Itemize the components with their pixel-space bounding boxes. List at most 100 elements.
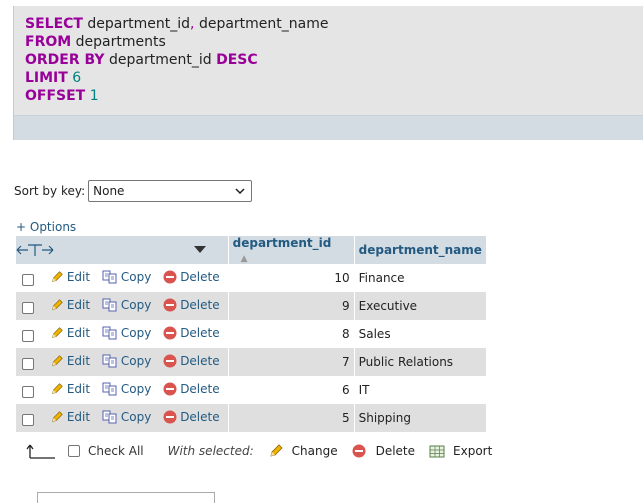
row-delete-button[interactable]: Delete: [163, 382, 220, 396]
sql-column: department_name: [198, 16, 329, 32]
row-delete-button[interactable]: Delete: [163, 298, 220, 312]
row-delete-label: Delete: [180, 269, 220, 284]
column-header-label: department_id: [232, 236, 332, 250]
sql-keyword-order-by[interactable]: ORDER BY: [25, 52, 105, 68]
row-edit-label: Edit: [66, 297, 91, 312]
sql-column: department_id: [109, 52, 212, 68]
sort-ascending-icon: ▲: [240, 254, 248, 264]
row-copy-button[interactable]: Copy: [102, 270, 151, 284]
sql-table: departments: [75, 34, 166, 50]
row-select-checkbox[interactable]: [22, 274, 34, 286]
row-copy-button[interactable]: Copy: [102, 326, 151, 340]
column-header-department-name[interactable]: department_name: [354, 236, 487, 264]
pencil-icon: [270, 444, 283, 457]
bulk-delete-label: Delete: [375, 444, 416, 458]
table-row: Edit Copy Delete 8 Sales: [16, 320, 487, 348]
cell-department-name[interactable]: Finance: [354, 264, 487, 292]
cell-department-name[interactable]: Executive: [354, 292, 487, 320]
sort-by-key-bar: Sort by key: None: [14, 180, 253, 202]
row-copy-label: Copy: [120, 269, 152, 284]
sql-keyword-limit[interactable]: LIMIT: [25, 70, 68, 86]
sql-box-footer: [14, 115, 643, 140]
check-all-control[interactable]: Check All: [68, 444, 144, 458]
row-copy-label: Copy: [120, 381, 152, 396]
copy-icon: [102, 270, 117, 283]
row-edit-button[interactable]: Edit: [50, 382, 90, 396]
row-delete-label: Delete: [180, 353, 220, 368]
column-options-dropdown-icon[interactable]: [194, 246, 206, 254]
delete-icon: [163, 382, 177, 395]
cell-department-name[interactable]: Public Relations: [354, 348, 487, 376]
table-row: Edit Copy Delete 5 Shipping: [16, 404, 487, 432]
cell-department-name[interactable]: Sales: [354, 320, 487, 348]
column-header-department-id[interactable]: department_id ▲: [228, 236, 355, 264]
delete-icon: [163, 354, 177, 367]
row-delete-label: Delete: [180, 409, 220, 424]
row-copy-button[interactable]: Copy: [102, 298, 151, 312]
row-actions-cell: Edit Copy Delete: [16, 376, 229, 404]
row-edit-label: Edit: [66, 353, 91, 368]
sql-query-text: SELECT department_id, department_name FR…: [25, 15, 328, 105]
row-edit-button[interactable]: Edit: [50, 354, 90, 368]
column-header-label: department_name: [358, 243, 482, 257]
cell-department-id[interactable]: 10: [228, 264, 355, 292]
cell-department-id[interactable]: 5: [228, 404, 355, 432]
check-all-checkbox[interactable]: [68, 445, 80, 457]
column-expand-arrows-icon[interactable]: [16, 243, 54, 257]
row-edit-button[interactable]: Edit: [50, 298, 90, 312]
row-copy-button[interactable]: Copy: [102, 354, 151, 368]
row-select-checkbox[interactable]: [22, 386, 34, 398]
row-delete-button[interactable]: Delete: [163, 409, 220, 424]
sort-by-key-value: None: [93, 184, 125, 198]
cell-department-name[interactable]: Shipping: [354, 404, 487, 432]
sql-keyword-select[interactable]: SELECT: [25, 16, 83, 32]
bulk-export-label: Export: [453, 444, 493, 458]
sql-column: department_id: [87, 16, 191, 32]
copy-icon: [102, 326, 117, 339]
sql-keyword-desc[interactable]: DESC: [216, 52, 258, 68]
row-delete-button[interactable]: Delete: [163, 326, 220, 340]
options-link[interactable]: + Options: [16, 220, 76, 234]
cell-department-id[interactable]: 7: [228, 348, 355, 376]
pencil-icon: [51, 270, 63, 282]
row-edit-button[interactable]: Edit: [50, 410, 90, 424]
cell-department-id[interactable]: 9: [228, 292, 355, 320]
column-resize-header: [16, 236, 229, 264]
row-edit-button[interactable]: Edit: [50, 326, 90, 340]
with-selected-label: With selected:: [167, 444, 254, 458]
row-edit-label: Edit: [66, 381, 91, 396]
pencil-icon: [51, 410, 63, 422]
row-select-checkbox[interactable]: [22, 302, 34, 314]
row-delete-button[interactable]: Delete: [163, 353, 220, 368]
pencil-icon: [51, 382, 63, 394]
row-copy-label: Copy: [120, 297, 152, 312]
cell-department-name[interactable]: IT: [354, 376, 487, 404]
bulk-change-button[interactable]: Change: [268, 443, 338, 459]
results-table: department_id ▲ department_name Edit Cop…: [16, 236, 487, 432]
cell-department-id[interactable]: 6: [228, 376, 355, 404]
sort-by-key-label: Sort by key:: [14, 184, 86, 198]
row-delete-button[interactable]: Delete: [163, 269, 220, 284]
row-copy-button[interactable]: Copy: [102, 382, 151, 396]
row-select-checkbox[interactable]: [22, 414, 34, 426]
row-edit-button[interactable]: Edit: [50, 270, 90, 284]
row-copy-button[interactable]: Copy: [102, 410, 151, 424]
table-row: Edit Copy Delete 6 IT: [16, 376, 487, 404]
row-select-checkbox[interactable]: [22, 358, 34, 370]
row-edit-label: Edit: [66, 269, 91, 284]
partial-dropdown-panel: [37, 492, 215, 503]
delete-icon: [163, 410, 177, 423]
sort-by-key-select[interactable]: None: [88, 180, 253, 202]
bulk-delete-button[interactable]: Delete: [352, 444, 415, 458]
cell-department-id[interactable]: 8: [228, 320, 355, 348]
pencil-icon: [51, 326, 63, 338]
pencil-icon: [51, 298, 63, 310]
bulk-export-button[interactable]: Export: [429, 444, 492, 458]
row-copy-label: Copy: [120, 409, 152, 424]
row-select-checkbox[interactable]: [22, 330, 34, 342]
sql-keyword-offset[interactable]: OFFSET: [25, 88, 85, 104]
row-actions-cell: Edit Copy Delete: [16, 264, 229, 292]
sql-keyword-from[interactable]: FROM: [25, 34, 71, 50]
row-copy-label: Copy: [120, 325, 152, 340]
check-all-label: Check All: [88, 444, 144, 458]
